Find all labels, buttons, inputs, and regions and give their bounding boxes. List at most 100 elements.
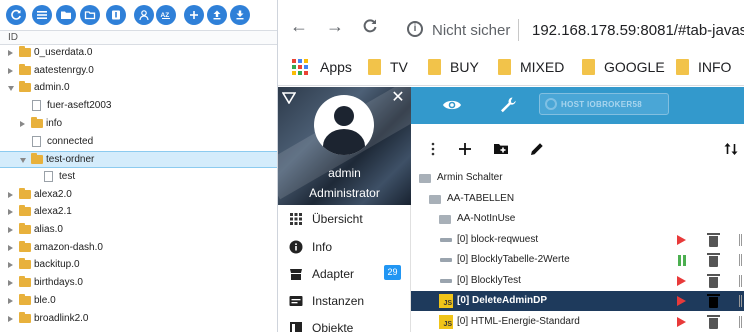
tree-row[interactable]: alexa2.1 (0, 204, 277, 221)
collapse-arrow-icon[interactable] (8, 68, 13, 74)
sort-button[interactable]: AZ (156, 5, 176, 25)
tree-row[interactable]: alexa2.0 (0, 187, 277, 204)
tree-row[interactable]: broadlink2.0 (0, 311, 277, 328)
eye-icon[interactable] (442, 96, 462, 114)
upload-button[interactable] (207, 5, 227, 25)
tree-row[interactable]: birthdays.0 (0, 275, 277, 292)
collapse-arrow-icon[interactable] (8, 227, 13, 233)
bookmark-buy[interactable]: BUY (428, 58, 479, 76)
expand-arrow-icon[interactable] (20, 158, 26, 163)
tree-row[interactable]: test-ordner (0, 151, 277, 168)
expand-arrow-icon[interactable] (8, 86, 14, 91)
tree-row[interactable]: connected (0, 134, 277, 151)
tree-row[interactable]: ble.0 (0, 293, 277, 310)
sort-icon[interactable] (723, 141, 739, 157)
menu-item-uebersicht[interactable]: Übersicht (278, 205, 411, 232)
delete-icon-can (709, 256, 718, 267)
script-row[interactable]: JS [0] HTML-Energie-Standard (411, 312, 744, 332)
script-row[interactable]: [0] BlocklyTabelle-2Werte (411, 250, 744, 270)
delete-icon[interactable] (707, 315, 720, 329)
list-view-button[interactable] (32, 5, 52, 25)
bookmark-label: INFO (698, 59, 732, 75)
delete-icon[interactable] (707, 294, 720, 308)
info-circle-icon[interactable]: i (407, 21, 423, 37)
bookmark-tv[interactable]: TV (368, 58, 408, 76)
blockly-icon (440, 238, 452, 242)
script-row[interactable]: [0] BlocklyTest (411, 271, 744, 291)
collapse-arrow-icon[interactable] (8, 192, 13, 198)
play-icon[interactable] (677, 235, 686, 245)
collapse-arrow-icon[interactable] (8, 245, 13, 251)
collapse-arrow-icon[interactable] (8, 280, 13, 286)
script-label: [0] HTML-Energie-Standard (457, 316, 580, 327)
folder-icon (582, 59, 595, 75)
folder-closed-button[interactable] (80, 5, 100, 25)
collapse-arrow-icon[interactable] (8, 50, 13, 56)
tree-row[interactable]: fuer-aseft2003 (0, 98, 277, 115)
collapse-arrow-icon[interactable] (8, 209, 13, 215)
more-vert-icon[interactable] (425, 141, 441, 157)
bookmark-info[interactable]: INFO (676, 58, 731, 76)
tree-row[interactable]: info (0, 116, 277, 133)
tree-row-label: info (46, 118, 63, 129)
menu-item-info[interactable]: Info (278, 233, 411, 260)
menu-label: Info (312, 240, 333, 254)
script-row[interactable]: [0] block-reqwuest (411, 230, 744, 250)
info-icon (289, 240, 303, 254)
play-icon[interactable] (677, 276, 686, 286)
folder-icon (19, 188, 31, 199)
tree-row[interactable]: admin.0 (0, 80, 277, 97)
delete-icon-lid (707, 253, 720, 255)
delete-icon[interactable] (707, 233, 720, 247)
reload-icon[interactable] (362, 18, 378, 34)
close-icon[interactable]: ✕ (390, 90, 406, 106)
avatar-head (334, 106, 354, 126)
back-arrow-icon[interactable]: ← (290, 17, 308, 35)
refresh-button[interactable] (6, 5, 26, 25)
sidebar-toggle-icon[interactable] (282, 92, 296, 104)
collapse-arrow-icon[interactable] (20, 121, 25, 127)
delete-icon[interactable] (707, 274, 720, 288)
script-row[interactable]: AA-NotInUse (411, 209, 744, 229)
script-row[interactable]: Armin Schalter (411, 168, 744, 188)
delete-icon[interactable] (707, 253, 720, 267)
download-button[interactable] (230, 5, 250, 25)
folder-view-button[interactable] (56, 5, 76, 25)
tree-row[interactable]: amazon-dash.0 (0, 240, 277, 257)
collapse-arrow-icon[interactable] (8, 316, 13, 322)
tree-row[interactable]: backitup.0 (0, 257, 277, 274)
tree-row[interactable]: aatestenrgy.0 (0, 63, 277, 80)
host-selector[interactable]: HOST IOBROKER58 (539, 93, 669, 115)
collapse-arrow-icon[interactable] (8, 298, 13, 304)
wrench-icon[interactable] (499, 96, 519, 114)
bookmark-apps[interactable]: Apps (292, 58, 352, 76)
collapse-arrow-icon[interactable] (8, 262, 13, 268)
security-indicator[interactable]: Nicht sicher (432, 22, 510, 39)
tree-row[interactable]: alias.0 (0, 222, 277, 239)
edit-icon[interactable] (529, 141, 545, 157)
folder-icon (31, 153, 43, 164)
script-row[interactable]: AA-TABELLEN (411, 189, 744, 209)
tree-row[interactable]: test (0, 169, 277, 186)
menu-item-adapter[interactable]: Adapter 29 (278, 260, 411, 287)
delete-icon-can (709, 318, 718, 329)
play-icon[interactable] (677, 296, 686, 306)
menu-item-objekte[interactable]: Objekte (278, 314, 411, 332)
add-button[interactable] (184, 5, 204, 25)
script-row[interactable]: JS [0] DeleteAdminDP (411, 291, 744, 311)
row-overflow-marker (739, 254, 742, 266)
info-button[interactable] (106, 5, 126, 25)
column-header[interactable]: ID (0, 30, 277, 45)
pause-icon[interactable] (677, 255, 687, 266)
play-icon[interactable] (677, 317, 686, 327)
bookmark-google[interactable]: GOOGLE (582, 58, 665, 76)
tree-row[interactable]: 0_userdata.0 (0, 45, 277, 62)
user-button[interactable] (134, 5, 154, 25)
add-folder-icon[interactable] (493, 141, 509, 157)
bookmark-mixed[interactable]: MIXED (498, 58, 564, 76)
url-field[interactable]: 192.168.178.59:8081/#tab-javas (532, 22, 744, 39)
forward-arrow-icon[interactable]: → (326, 17, 344, 35)
menu-item-instanzen[interactable]: Instanzen (278, 287, 411, 314)
add-script-icon[interactable] (457, 141, 473, 157)
row-overflow-marker (739, 295, 742, 307)
